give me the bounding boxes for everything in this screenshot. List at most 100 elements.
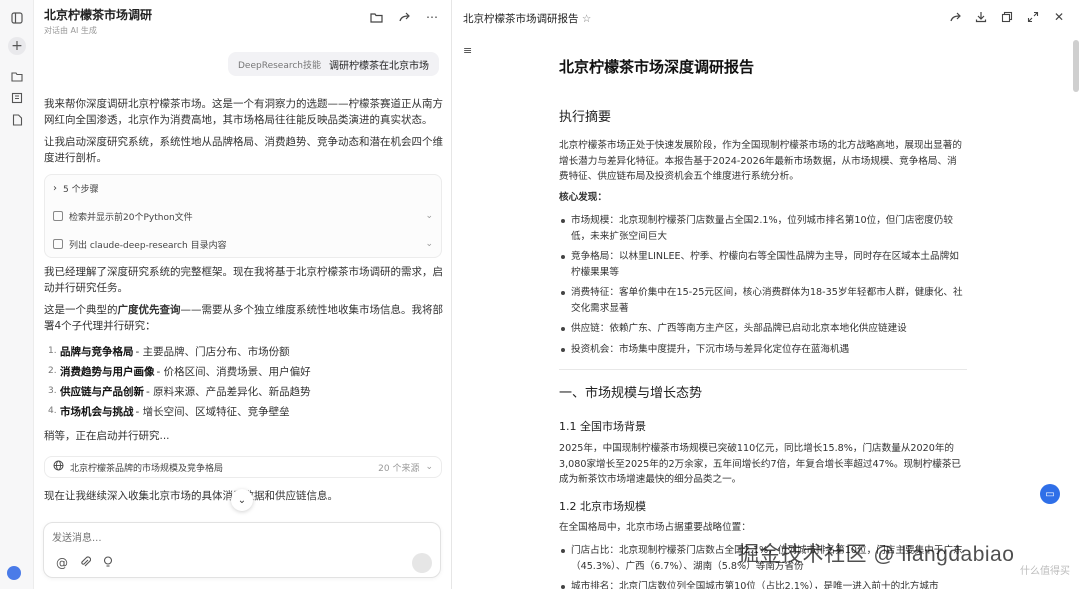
report-document: 北京柠檬茶市场深度调研报告 执行摘要 北京柠檬茶市场正处于快速发展阶段，作为全国… — [559, 56, 967, 589]
subsection-heading: 1.2 北京市场规模 — [559, 500, 646, 513]
list-item: 市场规模：北京现制柠檬茶门店数量占全国2.1%，位列城市排名第10位，但门店密度… — [559, 213, 963, 244]
assistant-paragraph: 让我启动深度研究系统，系统性地从品牌格局、消费趋势、竞争动态和潜在机会四个维度进… — [44, 136, 443, 164]
terminal-icon — [53, 211, 63, 221]
report-title: 北京柠檬茶市场深度调研报告 — [559, 58, 755, 76]
list-number: 1. — [48, 346, 57, 356]
toc-icon[interactable]: ≡ — [463, 44, 472, 57]
list-item: 4. 市场机会与挑战 - 增长空间、区域特征、竞争壁垒 — [48, 401, 438, 421]
steps-panel: › 5 个步骤 检索并显示前20个Python文件 ⌄ 列出 claude-de… — [44, 174, 442, 258]
list-item: 城市排名：北京门店数位列全国城市第10位（占比2.1%），是唯一进入前十的北方城… — [559, 579, 963, 589]
chevron-down-icon: ⌄ — [425, 211, 433, 221]
close-icon[interactable]: ✕ — [1052, 10, 1066, 24]
globe-icon — [53, 460, 64, 474]
findings-list: 市场规模：北京现制柠檬茶门店数量占全国2.1%，位列城市排名第10位，但门店密度… — [559, 213, 963, 362]
section-text: 在全国格局中，北京市场占据重要战略位置： — [559, 522, 751, 533]
report-tab: 北京柠檬茶市场调研报告 ☆ — [463, 11, 591, 26]
chat-panel: 北京柠檬茶市场调研 对话由 AI 生成 ⋯ DeepResearch技能 调研柠… — [34, 0, 452, 589]
list-item: 竞争格局：以林里LINLEE、柠季、柠檬向右等全国性品牌为主导，同时存在区域本土… — [559, 249, 963, 280]
report-panel: 北京柠檬茶市场调研报告 ☆ ✕ ≡ 北京柠檬茶市场深度调研报告 执行摘要 北京柠… — [453, 0, 1080, 589]
new-chat-icon[interactable]: + — [8, 37, 26, 55]
step-item[interactable]: 检索并显示前20个Python文件 ⌄ — [53, 206, 433, 226]
message-composer: @ — [43, 522, 441, 578]
chat-header: 北京柠檬茶市场调研 对话由 AI 生成 — [44, 6, 152, 36]
chat-title: 北京柠檬茶市场调研 — [44, 8, 153, 22]
watermark-secondary: 什么值得买 — [1020, 566, 1070, 577]
chat-bubble-icon[interactable]: ▭ — [1040, 484, 1060, 504]
paragraph-text: 这是一个典型的广度优先查询——需要从多个独立维度系统性地收集市场信息。我将部署4… — [44, 304, 443, 332]
library-icon[interactable] — [9, 90, 25, 106]
chevron-down-icon: ⌄ — [425, 462, 433, 472]
message-input[interactable] — [52, 529, 412, 547]
findings-label: 核心发现： — [559, 192, 607, 203]
exec-summary-text: 北京柠檬茶市场正处于快速发展阶段，作为全国现制柠檬茶市场的北方战略高地，展现出显… — [559, 140, 962, 182]
sidebar-toggle-icon[interactable] — [9, 10, 25, 26]
list-number: 2. — [48, 366, 57, 376]
task-title: 品牌与竞争格局 — [60, 345, 134, 358]
list-item: 3. 供应链与产品创新 - 原料来源、产品差异化、新品趋势 — [48, 381, 438, 401]
share-icon[interactable] — [397, 10, 411, 24]
folder-icon[interactable] — [369, 10, 383, 24]
document-icon[interactable] — [9, 112, 25, 128]
assistant-paragraph: 我已经理解了深度研究系统的完整框架。现在我将基于北京柠檬茶市场调研的需求，启动并… — [44, 266, 443, 294]
sources-count: 20 个来源 — [378, 463, 420, 474]
folder-icon[interactable] — [9, 68, 25, 84]
list-item: 1. 品牌与竞争格局 - 主要品牌、门店分布、市场份额 — [48, 341, 438, 361]
task-desc: - 原料来源、产品差异化、新品趋势 — [146, 385, 311, 398]
chevron-right-icon: › — [53, 182, 57, 194]
copy-icon[interactable] — [1000, 10, 1014, 24]
task-desc: - 价格区间、消费场景、用户偏好 — [156, 365, 311, 378]
search-query: 北京柠檬茶品牌的市场规模及竞争格局 — [70, 463, 224, 474]
user-message-bubble: DeepResearch技能 调研柠檬茶在北京市场 — [228, 52, 439, 76]
share-icon[interactable] — [948, 10, 962, 24]
star-icon[interactable]: ☆ — [582, 13, 591, 25]
send-button[interactable] — [412, 553, 432, 573]
assistant-paragraph: 稍等，正在启动并行研究... — [44, 430, 170, 442]
watermark: 掘金技术社区 @ liangdabiao — [738, 543, 1015, 566]
task-title: 消费趋势与用户画像 — [60, 365, 155, 378]
assistant-paragraph: 这是一个典型的广度优先查询——需要从多个独立维度系统性地收集市场信息。我将部署4… — [44, 302, 444, 334]
section-heading: 一、市场规模与增长态势 — [559, 386, 703, 401]
divider — [559, 369, 967, 370]
task-desc: - 主要品牌、门店分布、市场份额 — [135, 345, 290, 358]
attachment-icon[interactable] — [80, 556, 92, 571]
step-item[interactable]: 列出 claude-deep-research 目录内容 ⌄ — [53, 234, 433, 254]
chevron-down-icon: ⌄ — [425, 239, 433, 249]
steps-count: 5 个步骤 — [63, 184, 99, 195]
bold-term: 广度优先查询 — [117, 304, 181, 316]
more-icon[interactable]: ⋯ — [425, 10, 439, 24]
section-text: 2025年，中国现制柠檬茶市场规模已突破110亿元，同比增长15.8%，门店数量… — [559, 443, 962, 485]
user-message-text: 调研柠檬茶在北京市场 — [329, 60, 429, 72]
search-result-card[interactable]: 北京柠檬茶品牌的市场规模及竞争格局 20 个来源 ⌄ — [44, 456, 442, 478]
list-number: 4. — [48, 406, 57, 416]
task-desc: - 增长空间、区域特征、竞争壁垒 — [135, 405, 290, 418]
chat-header-actions: ⋯ — [369, 10, 439, 24]
chevron-down-icon: ⌄ — [237, 494, 247, 506]
assistant-paragraph: 我来帮你深度调研北京柠檬茶市场。这是一个有洞察力的选题——柠檬茶赛道正从南方网红… — [44, 98, 443, 126]
terminal-icon — [53, 239, 63, 249]
list-item: 消费特征：客单价集中在15-25元区间，核心消费群体为18-35岁年轻都市人群，… — [559, 285, 963, 316]
user-avatar[interactable] — [7, 566, 21, 580]
section-heading: 执行摘要 — [559, 110, 612, 125]
list-number: 3. — [48, 386, 57, 396]
task-list: 1. 品牌与竞争格局 - 主要品牌、门店分布、市场份额 2. 消费趋势与用户画像 -… — [48, 341, 438, 421]
lightbulb-icon[interactable] — [103, 556, 113, 571]
download-icon[interactable] — [974, 10, 988, 24]
composer-tools: @ — [56, 556, 113, 571]
step-label: 列出 claude-deep-research 目录内容 — [69, 240, 227, 251]
task-title: 市场机会与挑战 — [60, 405, 134, 418]
chat-subtitle: 对话由 AI 生成 — [44, 26, 97, 35]
at-mention-icon[interactable]: @ — [56, 556, 68, 571]
list-item: 投资机会：市场集中度提升，下沉市场与差异化定位存在蓝海机遇 — [559, 342, 963, 358]
expand-icon[interactable] — [1026, 10, 1040, 24]
steps-toggle[interactable]: › 5 个步骤 — [53, 178, 433, 198]
skill-tag: DeepResearch技能 — [238, 60, 321, 71]
task-title: 供应链与产品创新 — [60, 385, 144, 398]
list-item: 2. 消费趋势与用户画像 - 价格区间、消费场景、用户偏好 — [48, 361, 438, 381]
report-actions: ✕ — [948, 10, 1066, 24]
report-tab-title: 北京柠檬茶市场调研报告 — [463, 13, 579, 25]
subsection-heading: 1.1 全国市场背景 — [559, 420, 646, 433]
list-item: 供应链：依赖广东、广西等南方主产区，头部品牌已启动北京本地化供应链建设 — [559, 321, 963, 337]
step-label: 检索并显示前20个Python文件 — [69, 212, 193, 223]
scrollbar[interactable] — [1073, 40, 1079, 92]
scroll-to-bottom-button[interactable]: ⌄ — [231, 489, 253, 511]
